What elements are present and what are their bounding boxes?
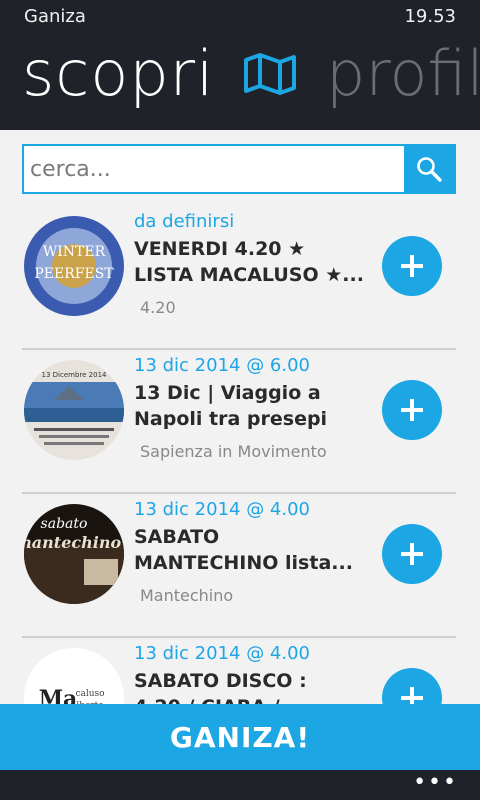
plus-icon: [401, 687, 423, 704]
event-date: 13 dic 2014 @ 6.00: [134, 355, 311, 376]
add-event-button[interactable]: [382, 236, 442, 296]
top-bar: Ganiza 19.53 scopri profil: [0, 0, 480, 130]
svg-text:Ma: Ma: [39, 686, 78, 704]
event-date: 13 dic 2014 @ 4.00: [134, 499, 311, 520]
svg-text:WINTER: WINTER: [43, 244, 106, 260]
event-place: Sapienza in Movimento: [140, 442, 327, 461]
event-thumbnail: WINTER PEERFEST: [24, 216, 124, 316]
plus-icon: [401, 255, 423, 277]
event-date: da definirsi: [134, 211, 235, 232]
more-options-icon[interactable]: •••: [413, 772, 458, 794]
status-app-name: Ganiza: [24, 6, 86, 27]
svg-text:caluso: caluso: [75, 689, 104, 699]
plus-icon: [401, 399, 423, 421]
add-event-button[interactable]: [382, 668, 442, 704]
pivot-header: scopri: [22, 34, 298, 114]
search-input[interactable]: [24, 146, 404, 192]
search-bar: [22, 144, 456, 194]
event-date: 13 dic 2014 @ 4.00: [134, 643, 311, 664]
event-title[interactable]: SABATO MANTECHINO lista...: [134, 524, 366, 578]
event-place: Mantechino: [140, 586, 234, 605]
event-item[interactable]: Ma caluso lberto 13 dic 2014 @ 4.00 SABA…: [0, 638, 480, 704]
event-thumbnail: sabato mantechino: [24, 504, 124, 604]
event-item[interactable]: WINTER PEERFEST da definirsi VENERDI 4.2…: [0, 206, 480, 350]
add-event-button[interactable]: [382, 524, 442, 584]
svg-text:sabato: sabato: [41, 516, 88, 532]
status-time: 19.53: [404, 6, 456, 27]
event-thumbnail: 13 Dicembre 2014: [24, 360, 124, 460]
plus-icon: [401, 543, 423, 565]
svg-text:13 Dicembre 2014: 13 Dicembre 2014: [42, 371, 108, 379]
add-event-button[interactable]: [382, 380, 442, 440]
map-icon[interactable]: [242, 52, 298, 96]
event-item[interactable]: sabato mantechino 13 dic 2014 @ 4.00 SAB…: [0, 494, 480, 638]
svg-text:PEERFEST: PEERFEST: [34, 266, 114, 282]
ganiza-button[interactable]: GANIZA!: [0, 704, 480, 770]
event-item[interactable]: 13 Dicembre 2014 13 dic 2014 @ 6.00 13 D…: [0, 350, 480, 494]
event-title[interactable]: SABATO DISCO : 4.20 / CIARA /: [134, 668, 366, 704]
search-icon: [417, 157, 442, 182]
event-title[interactable]: 13 Dic | Viaggio a Napoli tra presepi e.…: [134, 380, 366, 434]
event-place: 4.20: [140, 298, 176, 317]
pivot-title-scopri[interactable]: scopri: [22, 34, 214, 114]
app-bar: •••: [0, 770, 480, 800]
search-button[interactable]: [404, 146, 454, 192]
event-list[interactable]: WINTER PEERFEST da definirsi VENERDI 4.2…: [0, 206, 480, 704]
pivot-title-profilo[interactable]: profil: [326, 34, 480, 114]
svg-text:mantechino: mantechino: [24, 533, 121, 552]
event-title[interactable]: VENERDI 4.20 ★ LISTA MACALUSO ★...: [134, 236, 366, 290]
event-thumbnail: Ma caluso lberto: [24, 648, 124, 704]
